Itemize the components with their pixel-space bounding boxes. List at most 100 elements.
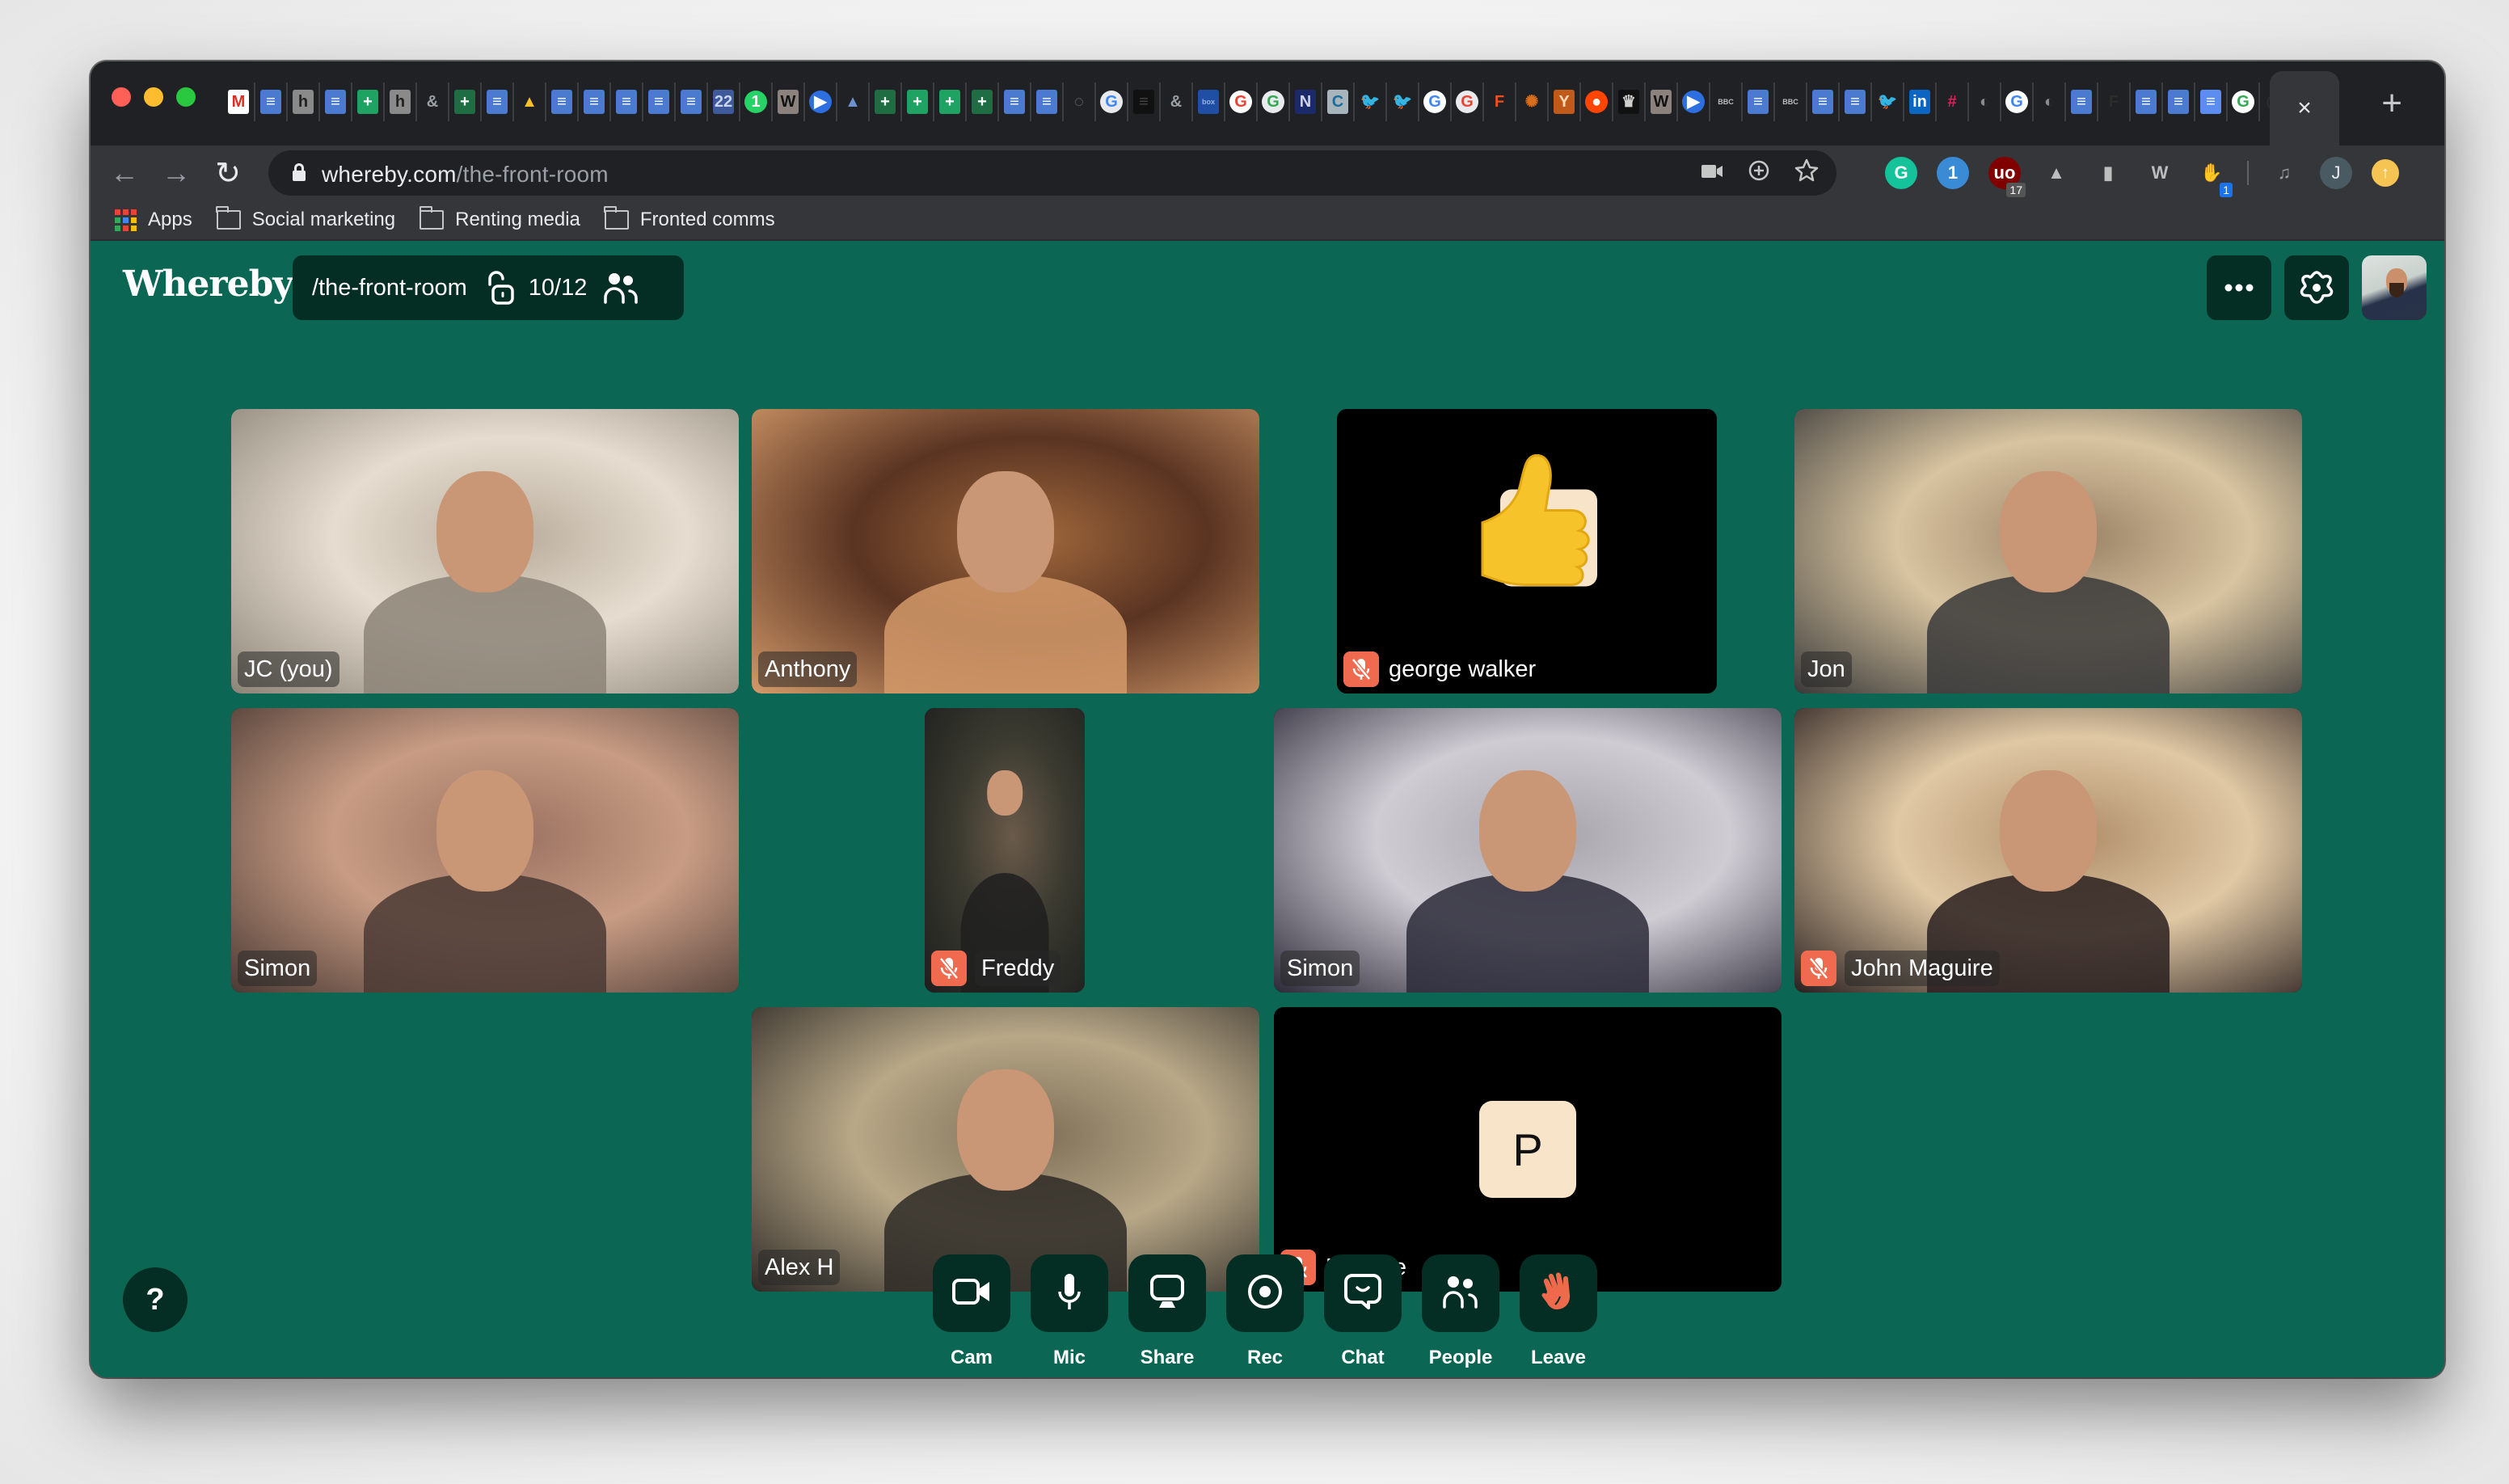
browser-tab[interactable]: ▲ <box>837 82 870 121</box>
browser-tab[interactable]: + <box>870 82 902 121</box>
browser-tab[interactable]: ≡ <box>579 82 611 121</box>
participant-tile[interactable]: Alex H <box>752 1007 1259 1292</box>
window-close-button[interactable] <box>112 87 131 107</box>
browser-tab[interactable]: G <box>1096 82 1128 121</box>
address-bar[interactable]: whereby.com/the-front-room <box>268 150 1836 196</box>
browser-tab[interactable]: ≡ <box>999 82 1031 121</box>
window-minimize-button[interactable] <box>144 87 163 107</box>
people-button[interactable] <box>1422 1254 1499 1332</box>
password-manager-icon[interactable]: 1 <box>1937 157 1969 189</box>
participant-tile[interactable]: JC (you) <box>231 409 739 694</box>
new-tab-button[interactable]: + <box>2381 84 2402 123</box>
participant-tile[interactable]: Simon <box>231 708 739 993</box>
browser-tab[interactable]: + <box>902 82 934 121</box>
zoom-in-icon[interactable] <box>1748 159 1770 188</box>
chat-button[interactable] <box>1324 1254 1402 1332</box>
browser-tab[interactable]: M <box>223 82 255 121</box>
browser-tab[interactable]: N <box>1290 82 1322 121</box>
browser-tab[interactable]: + <box>352 82 385 121</box>
browser-tab[interactable]: 1 <box>740 82 773 121</box>
browser-tab[interactable]: ≡ <box>676 82 708 121</box>
browser-tab[interactable]: ≡ <box>2163 82 2195 121</box>
browser-tab[interactable]: BBC <box>1775 82 1807 121</box>
browser-tab[interactable]: G <box>1452 82 1484 121</box>
browser-tab[interactable]: & <box>1161 82 1193 121</box>
close-tab-icon[interactable]: × <box>2297 95 2312 122</box>
help-button[interactable]: ? <box>123 1267 188 1332</box>
bookmark-folder[interactable]: Social marketing <box>216 206 395 231</box>
browser-tab[interactable]: & <box>417 82 449 121</box>
cam-button[interactable] <box>933 1254 1010 1332</box>
browser-tab[interactable]: h <box>385 82 417 121</box>
rec-button[interactable] <box>1226 1254 1304 1332</box>
browser-tab[interactable]: F <box>1484 82 1516 121</box>
participant-tile[interactable]: Jon <box>1794 409 2302 694</box>
back-button[interactable]: ← <box>105 154 144 192</box>
browser-tab[interactable]: W <box>1646 82 1678 121</box>
browser-tab[interactable]: in <box>1904 82 1937 121</box>
participant-tile[interactable]: Freddy <box>925 708 1085 993</box>
browser-tab[interactable]: ◌ <box>1064 82 1096 121</box>
browser-tab[interactable]: ≡ <box>2066 82 2098 121</box>
settings-button[interactable] <box>2284 255 2349 320</box>
browser-tab[interactable]: ≡ <box>1128 82 1161 121</box>
unlock-icon[interactable] <box>485 270 514 306</box>
browser-tab[interactable]: G <box>2001 82 2034 121</box>
browser-tab[interactable]: box <box>1193 82 1225 121</box>
browser-tab[interactable]: ≡ <box>1031 82 1064 121</box>
browser-tab[interactable]: h <box>288 82 320 121</box>
browser-tab[interactable]: Y <box>1549 82 1581 121</box>
browser-tab[interactable]: ▶ <box>805 82 837 121</box>
browser-tab[interactable]: ≡ <box>546 82 579 121</box>
bookmark-folder[interactable]: Renting media <box>419 206 580 231</box>
browser-tab[interactable]: ≡ <box>611 82 643 121</box>
wikipedia-icon[interactable]: W <box>2144 157 2176 189</box>
self-avatar[interactable] <box>2362 255 2427 320</box>
browser-tab[interactable]: ✺ <box>1516 82 1549 121</box>
browser-tab[interactable]: 🐦 <box>1387 82 1419 121</box>
browser-tab[interactable]: 🐦 <box>1355 82 1387 121</box>
browser-tab[interactable]: C <box>1322 82 1355 121</box>
browser-tab[interactable]: + <box>967 82 999 121</box>
participant-tile[interactable]: Anthony <box>752 409 1259 694</box>
participant-tile[interactable]: Simon <box>1274 708 1782 993</box>
browser-tab[interactable]: ● <box>1581 82 1613 121</box>
active-tab[interactable]: × <box>2270 71 2339 145</box>
wave-hand-icon[interactable]: ✋ 1 <box>2195 157 2233 197</box>
participant-tile[interactable]: george walker <box>1337 409 1717 694</box>
browser-tab[interactable]: ▶ <box>1678 82 1710 121</box>
browser-tab[interactable]: W <box>773 82 805 121</box>
browser-tab[interactable]: G <box>1258 82 1290 121</box>
camera-icon[interactable] <box>1701 160 1723 186</box>
browser-tab[interactable]: + <box>449 82 482 121</box>
whereby-logo[interactable]: Whereby <box>123 263 293 305</box>
battery-icon[interactable]: ▮ <box>2092 157 2124 189</box>
leave-button[interactable] <box>1520 1254 1597 1332</box>
browser-tab[interactable]: G <box>1419 82 1452 121</box>
more-options-button[interactable] <box>2207 255 2271 320</box>
profile-avatar[interactable]: J <box>2320 157 2352 189</box>
browser-tab[interactable]: BBC <box>1710 82 1743 121</box>
browser-tab[interactable]: ≡ <box>2131 82 2163 121</box>
participant-tile[interactable]: John Maguire <box>1794 708 2302 993</box>
browser-tab[interactable]: ♛ <box>1613 82 1646 121</box>
browser-tab[interactable]: ≡ <box>1743 82 1775 121</box>
bookmark-star-icon[interactable] <box>1794 158 1819 188</box>
browser-tab[interactable]: 🐦 <box>1872 82 1904 121</box>
grammarly-icon[interactable]: G <box>1885 157 1917 189</box>
reload-button[interactable]: ↻ <box>209 154 247 192</box>
bookmark-folder[interactable]: Fronted comms <box>604 206 775 231</box>
media-control-icon[interactable]: ♫ <box>2268 157 2300 189</box>
browser-tab[interactable]: ≡ <box>255 82 288 121</box>
browser-tab[interactable]: ≡ <box>1840 82 1872 121</box>
people-icon[interactable] <box>603 272 639 304</box>
mic-button[interactable] <box>1031 1254 1108 1332</box>
window-maximize-button[interactable] <box>176 87 196 107</box>
browser-tab[interactable]: F <box>2098 82 2131 121</box>
browser-tab[interactable]: + <box>934 82 967 121</box>
bookmark-apps[interactable]: Apps <box>115 209 192 231</box>
browser-tab[interactable]: ≡ <box>482 82 514 121</box>
browser-tab[interactable]: ≡ <box>320 82 352 121</box>
browser-tab[interactable]: G <box>1225 82 1258 121</box>
browser-tab[interactable]: ≡ <box>1807 82 1840 121</box>
